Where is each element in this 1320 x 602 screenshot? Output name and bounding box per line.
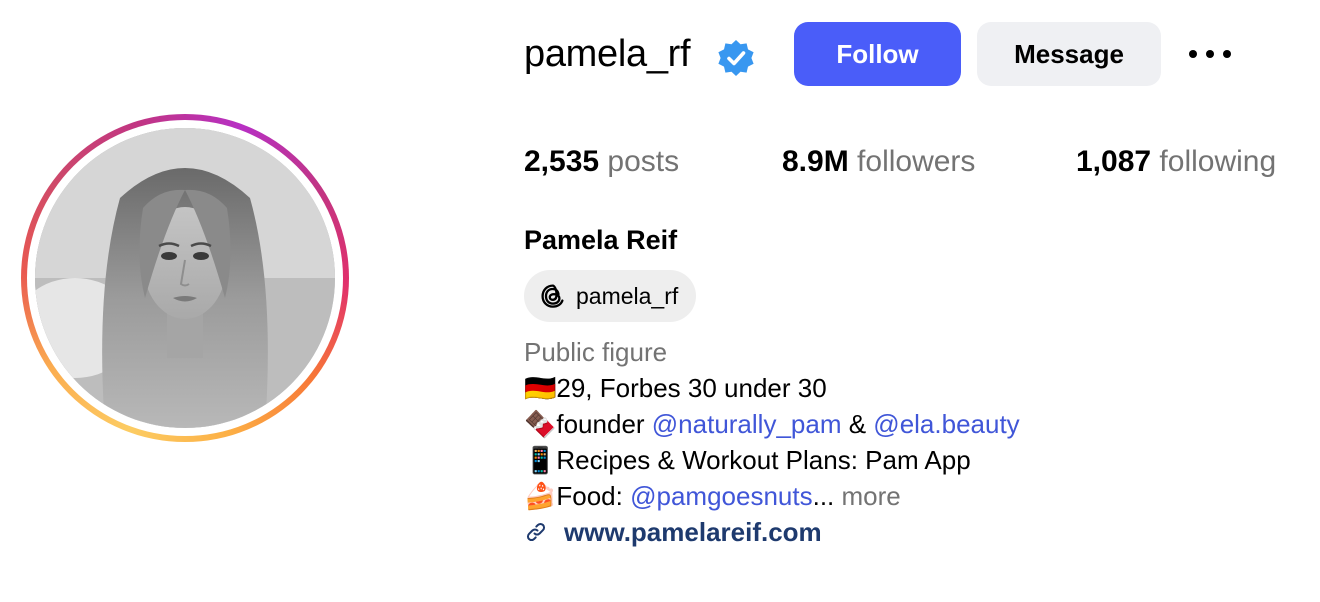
following-count: 1,087 (1076, 145, 1152, 178)
profile-full-name: Pamela Reif (524, 225, 678, 255)
bio-line: 🍫founder @naturally_pam & @ela.beauty (524, 406, 1020, 443)
message-button[interactable]: Message (977, 22, 1161, 86)
threads-link-chip[interactable]: pamela_rf (524, 270, 697, 322)
mention-link-pamgoesnuts[interactable]: @pamgoesnuts (630, 481, 813, 511)
posts-count: 2,535 (524, 145, 600, 178)
germany-flag-icon: 🇩🇪 (524, 374, 557, 404)
website-url: www.pamelareif.com (564, 516, 822, 547)
more-options-icon[interactable] (1184, 36, 1236, 72)
avatar-story-ring[interactable] (21, 114, 349, 442)
bio-ellipsis: ... (812, 481, 835, 511)
link-icon (526, 522, 546, 542)
stat-followers[interactable]: 8.9M followers (782, 142, 975, 182)
website-link[interactable]: www.pamelareif.com (524, 514, 822, 550)
bio-line: 📱Recipes & Workout Plans: Pam App (524, 442, 971, 479)
profile-username: pamela_rf (524, 33, 691, 75)
mobile-phone-icon: 📱 (524, 446, 557, 476)
threads-handle: pamela_rf (576, 282, 679, 309)
followers-count: 8.9M (782, 145, 849, 178)
bio-text: Food: (556, 481, 631, 511)
bio-more-link[interactable]: more (842, 481, 901, 511)
bio-text: Recipes & Workout Plans: Pam App (556, 445, 971, 475)
ellipsis-icon (1189, 50, 1231, 58)
bio-text: 29, Forbes 30 under 30 (556, 373, 827, 403)
avatar[interactable] (35, 128, 335, 428)
avatar-photo-illustration (35, 128, 335, 428)
follow-button[interactable]: Follow (794, 22, 961, 86)
verified-badge-icon (718, 40, 754, 76)
mention-link-ela-beauty[interactable]: @ela.beauty (873, 409, 1019, 439)
bio-text: & (841, 409, 874, 439)
stat-posts: 2,535 posts (524, 142, 679, 182)
mention-link-naturally-pam[interactable]: @naturally_pam (652, 409, 842, 439)
cake-icon: 🍰 (524, 482, 557, 512)
posts-label: posts (607, 145, 680, 178)
bio-line: 🍰Food: @pamgoesnuts... more (524, 478, 901, 515)
followers-label: followers (857, 145, 976, 178)
stat-following[interactable]: 1,087 following (1076, 142, 1276, 182)
chocolate-icon: 🍫 (524, 410, 557, 440)
profile-category: Public figure (524, 337, 668, 367)
bio-line: 🇩🇪29, Forbes 30 under 30 (524, 370, 827, 407)
threads-icon (541, 284, 564, 308)
bio-text: founder (556, 409, 652, 439)
following-label: following (1159, 145, 1277, 178)
